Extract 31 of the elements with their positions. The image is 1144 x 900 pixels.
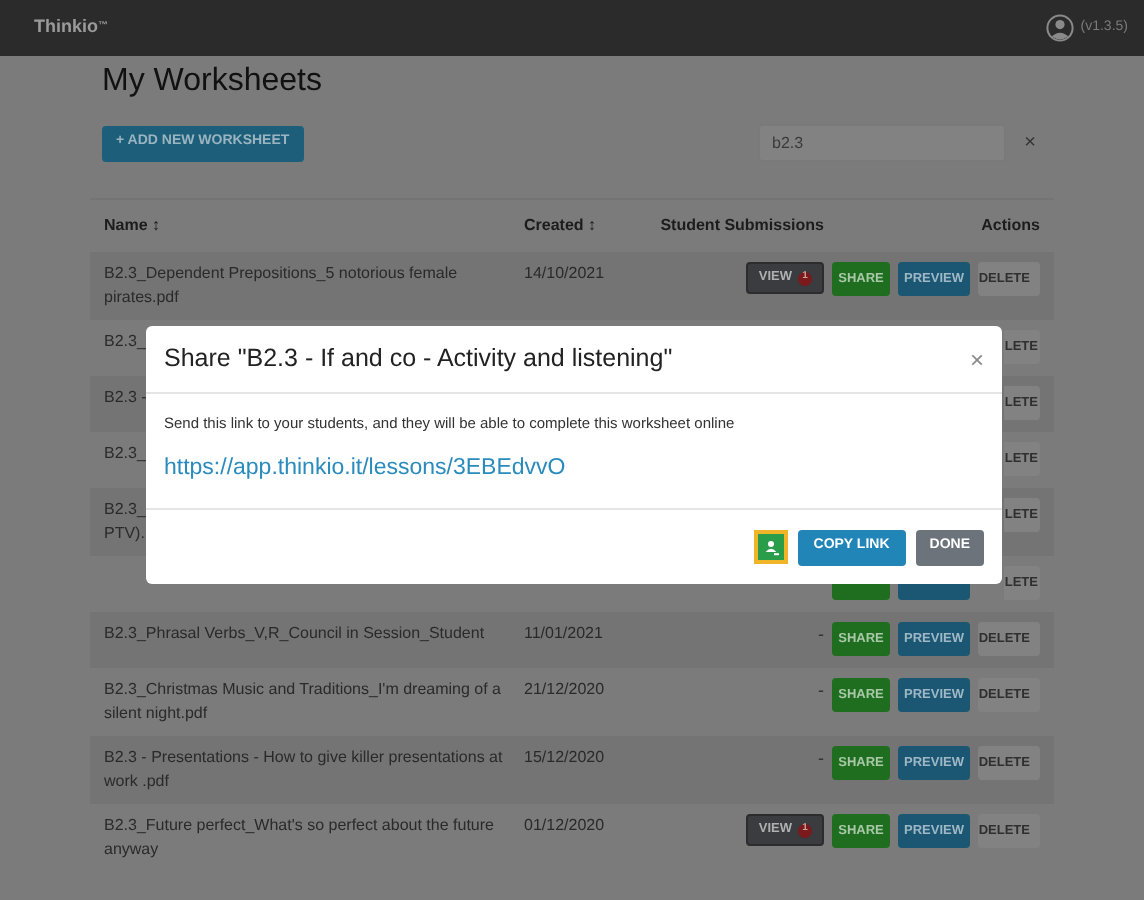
created-date: 15/12/2020 xyxy=(524,748,605,766)
worksheet-name: B2.3 - xyxy=(104,388,147,406)
column-header[interactable]: Created ↕ xyxy=(524,214,644,238)
share-link[interactable]: https://app.thinkio.it/lessons/3EBEdvvO xyxy=(164,452,984,487)
worksheet-name: B2.3_ xyxy=(104,444,146,462)
user-avatar-icon[interactable] xyxy=(1046,14,1075,42)
created-date: 01/12/2020 xyxy=(524,816,605,834)
clear-search-button[interactable]: × xyxy=(1006,128,1054,158)
classroom-button[interactable] xyxy=(753,530,788,564)
brand-logo[interactable]: Thinkio$^{™}$ xyxy=(34,14,108,42)
no-submissions: - xyxy=(818,746,824,772)
worksheet-name: B2.3_Christmas Music and Traditions_I'm dreaming of a silent night.pdf xyxy=(104,680,502,722)
worksheet-name: B2.3_Phrasal Verbs_V,R_Council in Session_Student xyxy=(104,624,485,642)
worksheet-name: B2.3 - Presentations - How to give killer presentations at work .pdf xyxy=(104,748,503,790)
created-date: 11/01/2021 xyxy=(524,624,603,642)
no-submissions: - xyxy=(818,678,824,704)
close-button[interactable]: × xyxy=(969,341,984,377)
worksheet-name: B2.3_ xyxy=(104,332,146,350)
search-field[interactable]: b2.3 xyxy=(758,124,1006,162)
column-header[interactable]: Student Submissions xyxy=(644,214,824,238)
dialog-title: Share "B2.3 - If and co - Activity and listening" xyxy=(164,342,673,377)
no-submissions: - xyxy=(818,622,824,648)
worksheet-name: B2.3_ PTV). xyxy=(104,500,146,542)
column-header[interactable]: Actions xyxy=(824,214,1040,238)
worksheet-name: B2.3_Future perfect_What's so perfect about the future anyway xyxy=(104,816,494,858)
person-board-icon xyxy=(761,538,780,556)
column-header[interactable]: Name ↕ xyxy=(104,214,524,238)
created-date: 14/10/2021 xyxy=(524,264,605,282)
page-title: My Worksheets xyxy=(102,62,324,102)
worksheet-name: B2.3_Dependent Prepositions_5 notorious female pirates.pdf xyxy=(104,264,458,306)
created-date: 21/12/2020 xyxy=(524,680,605,698)
